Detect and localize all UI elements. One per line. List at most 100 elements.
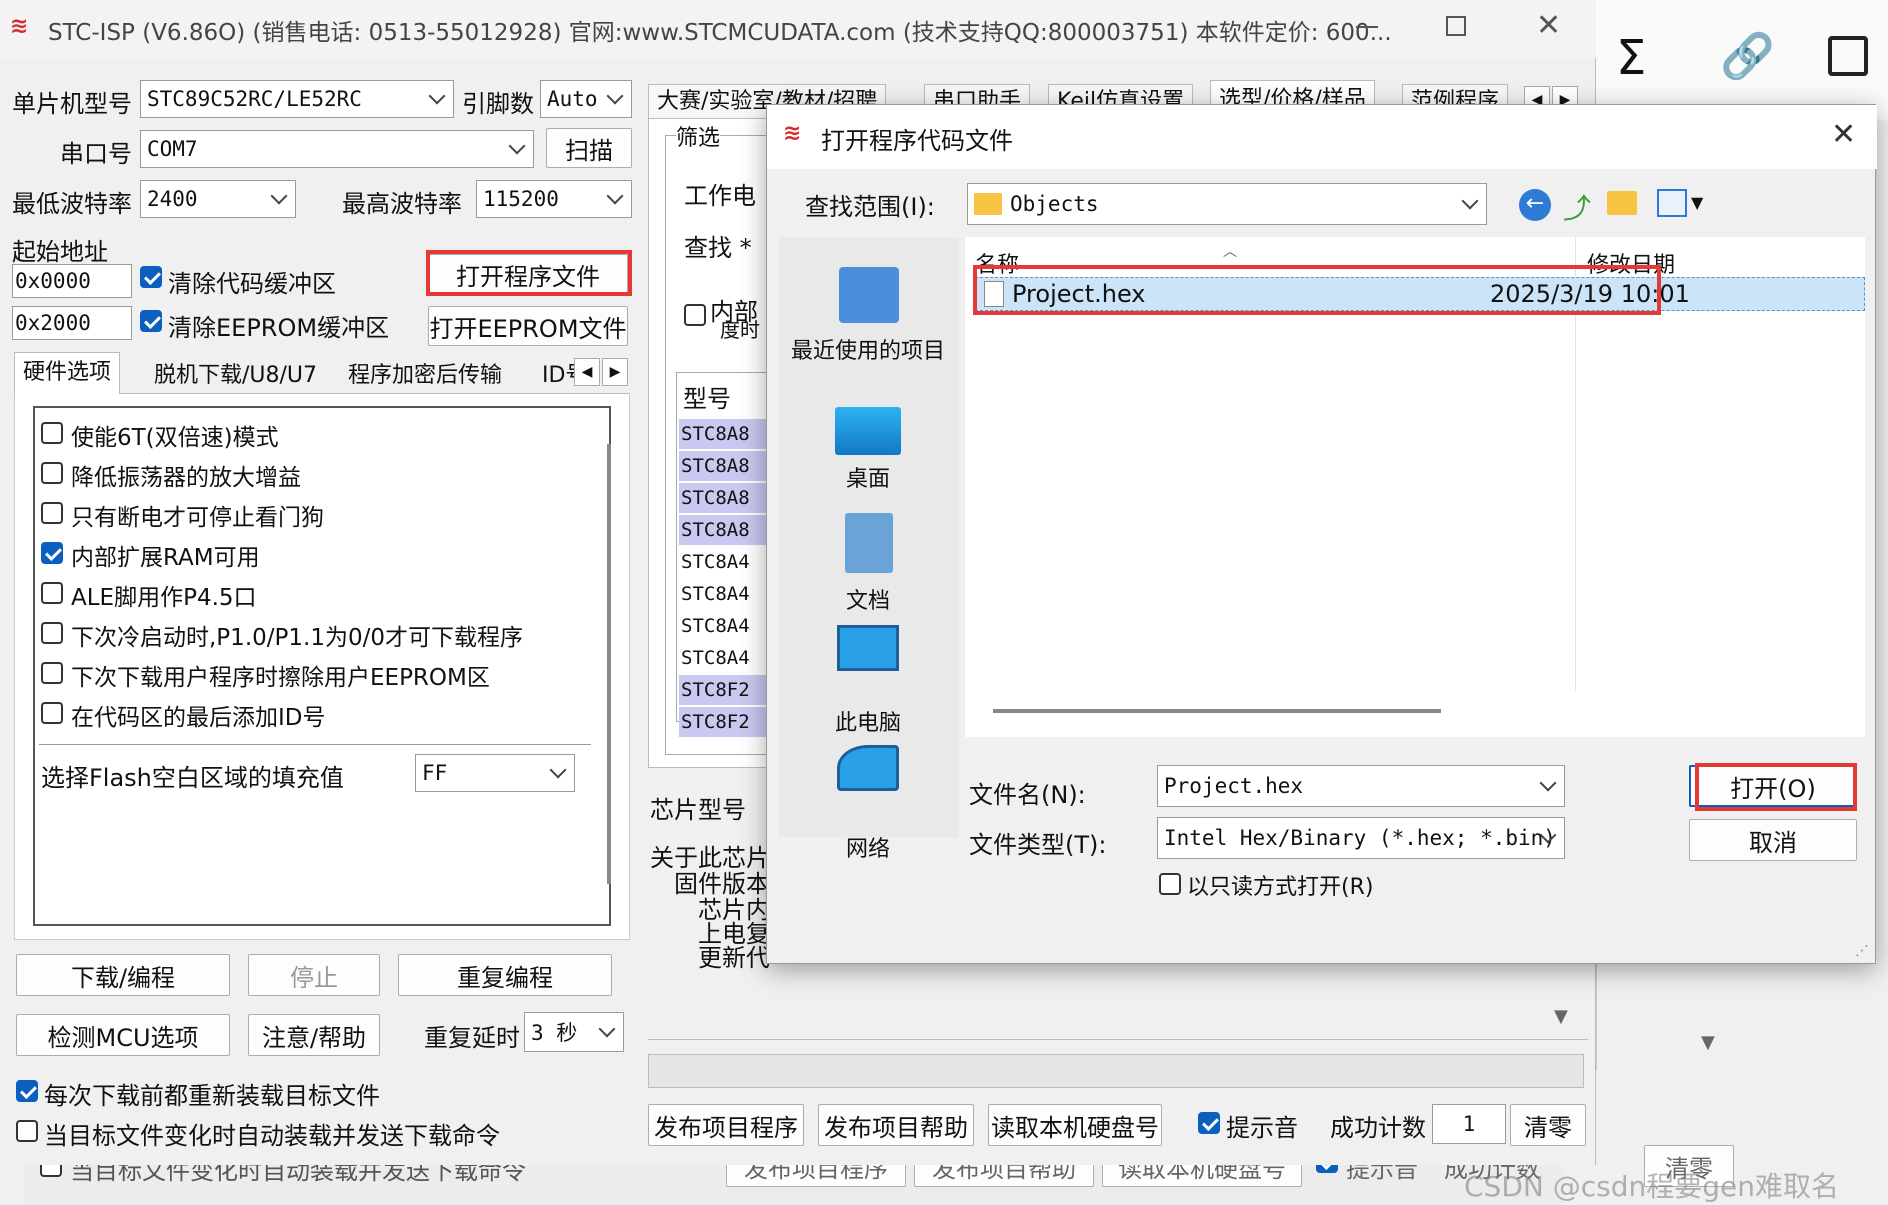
look-in-select[interactable]: Objects bbox=[967, 183, 1487, 225]
open-eeprom-button[interactable]: 打开EEPROM文件 bbox=[428, 306, 628, 346]
chevron-down-icon bbox=[606, 87, 624, 105]
hw-option-row[interactable]: 内部扩展RAM可用 bbox=[35, 536, 595, 572]
hw-option-row[interactable]: 只有断电才可停止看门狗 bbox=[35, 496, 595, 532]
hw-option-row[interactable]: 下次冷启动时,P1.0/P1.1为0/0才可下载程序 bbox=[35, 616, 595, 652]
clear-count-button[interactable]: 清零 bbox=[1510, 1104, 1586, 1146]
filter-label: 筛选 bbox=[676, 120, 721, 152]
port-select[interactable]: COM7 bbox=[140, 130, 534, 168]
hw-option-checkbox[interactable] bbox=[41, 462, 63, 484]
reprogram-button[interactable]: 重复编程 bbox=[398, 954, 612, 996]
hw-option-checkbox[interactable] bbox=[41, 502, 63, 524]
hw-option-checkbox[interactable] bbox=[41, 542, 63, 564]
stc-logo-icon: ≋ bbox=[10, 14, 29, 39]
model-row[interactable]: STC8A8 bbox=[679, 515, 769, 545]
this-pc-icon[interactable] bbox=[837, 625, 899, 671]
recent-items-icon[interactable] bbox=[839, 267, 899, 323]
view-menu-chevron-icon[interactable]: ▼ bbox=[1691, 193, 1703, 212]
work-label: 工作电 bbox=[684, 182, 756, 210]
sidebar-documents[interactable]: 文档 bbox=[783, 583, 953, 615]
help-button[interactable]: 注意/帮助 bbox=[248, 1014, 380, 1056]
close-icon[interactable]: ✕ bbox=[1536, 8, 1561, 43]
resize-grip-icon[interactable]: ⋰ bbox=[1855, 943, 1869, 959]
model-row[interactable]: STC8A8 bbox=[679, 451, 769, 481]
min-baud-select[interactable]: 2400 bbox=[140, 180, 296, 218]
model-row[interactable]: STC8A4 bbox=[679, 547, 769, 577]
reload-before-download-checkbox[interactable] bbox=[16, 1080, 38, 1102]
detect-mcu-button[interactable]: 检测MCU选项 bbox=[16, 1014, 230, 1056]
sidebar-this-pc[interactable]: 此电脑 bbox=[783, 705, 953, 737]
hw-option-row[interactable]: 降低振荡器的放大增益 bbox=[35, 456, 595, 492]
stop-button[interactable]: 停止 bbox=[248, 954, 380, 996]
sidebar-network[interactable]: 网络 bbox=[783, 831, 953, 863]
chip-info-scroll-down-icon[interactable]: ▼ bbox=[1554, 1006, 1568, 1027]
tab-encrypted-transfer[interactable]: 程序加密后传输 bbox=[340, 358, 510, 394]
tab-hardware-options[interactable]: 硬件选项 bbox=[14, 352, 121, 394]
filetype-label: 文件类型(T): bbox=[969, 831, 1107, 859]
chevron-down-icon bbox=[508, 137, 526, 155]
model-row[interactable]: STC8F2 bbox=[679, 707, 769, 737]
clear-code-buffer-checkbox[interactable] bbox=[140, 266, 162, 288]
mcu-type-select[interactable]: STC89C52RC/LE52RC bbox=[140, 80, 454, 118]
hw-option-checkbox[interactable] bbox=[41, 662, 63, 684]
link-icon[interactable]: 🔗 bbox=[1720, 30, 1775, 82]
publish-help-button[interactable]: 发布项目帮助 bbox=[818, 1104, 974, 1146]
read-disk-button[interactable]: 读取本机硬盘号 bbox=[988, 1104, 1162, 1146]
hw-option-checkbox[interactable] bbox=[41, 622, 63, 644]
model-row[interactable]: STC8F2 bbox=[679, 675, 769, 705]
chevron-down-icon bbox=[1461, 192, 1479, 210]
dialog-close-icon[interactable]: ✕ bbox=[1831, 117, 1856, 152]
publish-program-button[interactable]: 发布项目程序 bbox=[648, 1104, 804, 1146]
tab-scroll-left-icon[interactable]: ◀ bbox=[574, 358, 600, 386]
network-icon[interactable] bbox=[837, 745, 899, 791]
hw-option-label: ALE脚用作P4.5口 bbox=[71, 585, 257, 611]
hw-option-row[interactable]: 下次下载用户程序时擦除用户EEPROM区 bbox=[35, 656, 595, 692]
back-scroll-down-icon[interactable]: ▼ bbox=[1701, 1032, 1715, 1053]
filename-input[interactable]: Project.hex bbox=[1157, 765, 1565, 807]
clear-eeprom-buffer-checkbox[interactable] bbox=[140, 310, 162, 332]
back-icon[interactable]: ← bbox=[1519, 189, 1551, 221]
hw-option-checkbox[interactable] bbox=[41, 582, 63, 604]
hw-option-checkbox[interactable] bbox=[41, 422, 63, 444]
sidebar-recent[interactable]: 最近使用的项目 bbox=[783, 333, 953, 365]
sidebar-desktop[interactable]: 桌面 bbox=[783, 461, 953, 493]
tab-offline-download[interactable]: 脱机下载/U8/U7 bbox=[146, 358, 325, 394]
up-folder-icon[interactable]: ⤴ bbox=[1563, 187, 1591, 227]
beep-checkbox[interactable] bbox=[1198, 1112, 1220, 1134]
internal-checkbox[interactable] bbox=[684, 304, 706, 326]
max-baud-select[interactable]: 115200 bbox=[476, 180, 632, 218]
maximize-icon[interactable] bbox=[1446, 16, 1466, 36]
addr1-input[interactable]: 0x0000 bbox=[12, 264, 132, 298]
scan-button[interactable]: 扫描 bbox=[546, 128, 632, 168]
model-row[interactable]: STC8A8 bbox=[679, 483, 769, 513]
chip-model-label: 芯片型号 bbox=[650, 796, 746, 824]
options-scrollbar[interactable] bbox=[607, 444, 611, 884]
readonly-checkbox[interactable] bbox=[1159, 873, 1181, 895]
documents-icon[interactable] bbox=[845, 513, 893, 573]
model-row[interactable]: STC8A4 bbox=[679, 611, 769, 641]
view-menu-icon[interactable] bbox=[1657, 189, 1687, 217]
new-folder-icon[interactable] bbox=[1607, 191, 1637, 215]
flash-fill-select[interactable]: FF bbox=[415, 754, 575, 792]
auto-reload-checkbox[interactable] bbox=[16, 1120, 38, 1142]
repeat-delay-label: 重复延时 bbox=[424, 1024, 520, 1052]
tab-scroll-right-icon[interactable]: ▶ bbox=[602, 358, 628, 386]
addr2-input[interactable]: 0x2000 bbox=[12, 306, 132, 340]
pins-select[interactable]: Auto bbox=[540, 80, 632, 118]
download-button[interactable]: 下载/编程 bbox=[16, 954, 230, 996]
filetype-select[interactable]: Intel Hex/Binary (*.hex; *.bin) bbox=[1157, 817, 1565, 859]
hw-option-row[interactable]: 使能6T(双倍速)模式 bbox=[35, 416, 595, 452]
file-list-scrollbar[interactable] bbox=[993, 709, 1441, 713]
model-row[interactable]: STC8A8 bbox=[679, 419, 769, 449]
hw-option-checkbox[interactable] bbox=[41, 702, 63, 724]
hw-option-row[interactable]: 在代码区的最后添加ID号 bbox=[35, 696, 595, 732]
cancel-button[interactable]: 取消 bbox=[1689, 819, 1857, 861]
minimize-icon[interactable] bbox=[1356, 26, 1378, 28]
hw-option-row[interactable]: ALE脚用作P4.5口 bbox=[35, 576, 595, 612]
model-row[interactable]: STC8A4 bbox=[679, 579, 769, 609]
repeat-delay-select[interactable]: 3 秒 bbox=[524, 1012, 624, 1052]
model-row[interactable]: STC8A4 bbox=[679, 643, 769, 673]
readonly-label: 以只读方式打开(R) bbox=[1187, 875, 1374, 900]
sigma-icon[interactable]: Σ bbox=[1616, 30, 1646, 86]
layout-icon[interactable] bbox=[1828, 36, 1868, 76]
desktop-icon[interactable] bbox=[835, 407, 901, 455]
